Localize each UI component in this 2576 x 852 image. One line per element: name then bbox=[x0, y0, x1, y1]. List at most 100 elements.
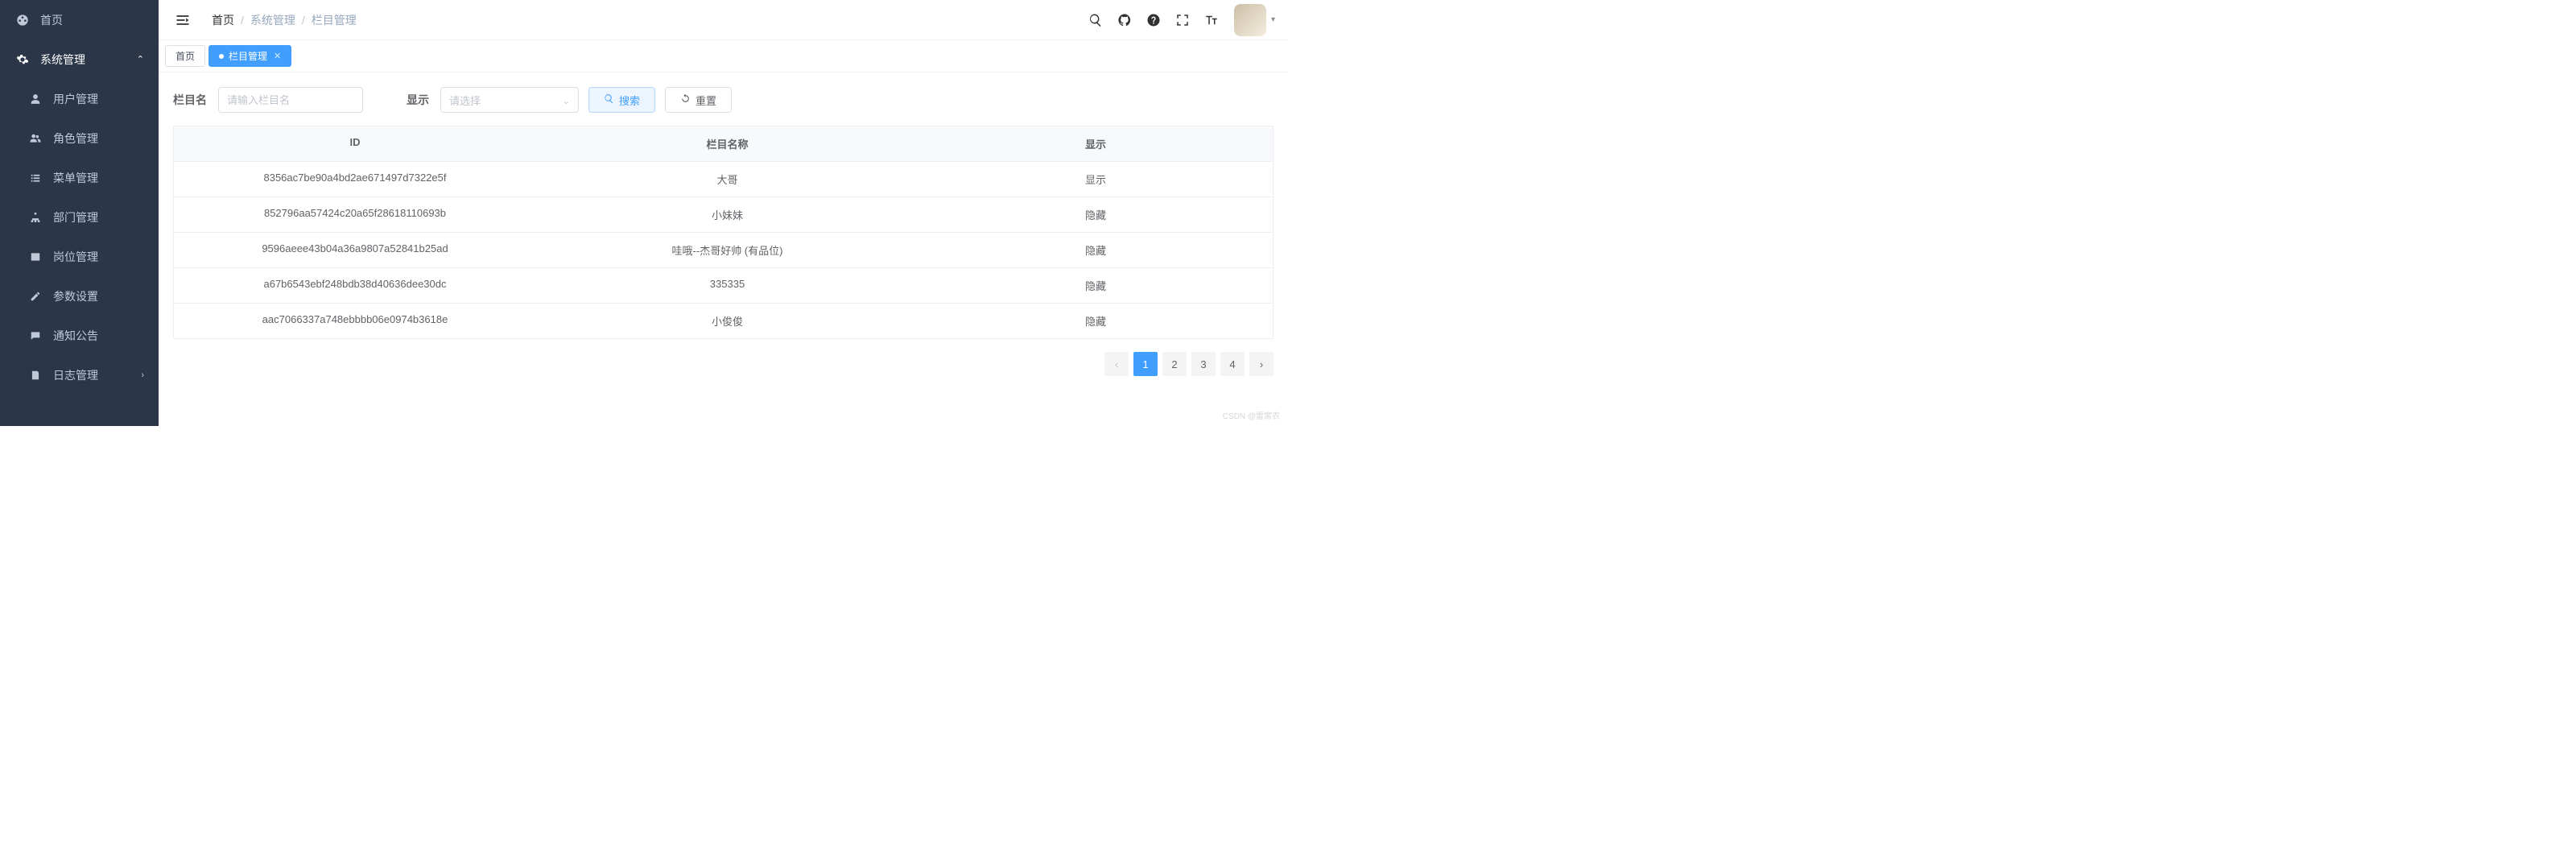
sidebar-item-user[interactable]: 用户管理 bbox=[0, 79, 159, 118]
page-3[interactable]: 3 bbox=[1191, 352, 1216, 376]
toolbar: 栏目名 显示 请选择 ⌄ 搜索 重置 bbox=[159, 72, 1288, 121]
search-button[interactable]: 搜索 bbox=[588, 87, 655, 113]
sidebar-group-system[interactable]: 系统管理 ⌃ bbox=[0, 39, 159, 79]
cell-id: 852796aa57424c20a65f28618110693b bbox=[174, 197, 536, 232]
show-select[interactable]: 请选择 ⌄ bbox=[440, 87, 579, 113]
pagination: ‹ 1 2 3 4 › bbox=[159, 339, 1288, 389]
sidebar-item-label: 日志管理 bbox=[53, 367, 98, 383]
id-icon bbox=[29, 250, 42, 263]
header: 首页 / 系统管理 / 栏目管理 ▾ bbox=[159, 0, 1288, 40]
cell-name: 大哥 bbox=[536, 162, 919, 196]
cell-id: aac7066337a748ebbbb06e0974b3618e bbox=[174, 304, 536, 338]
search-icon bbox=[604, 93, 614, 106]
table-row[interactable]: a67b6543ebf248bdb38d40636dee30dc 335335 … bbox=[174, 268, 1273, 304]
name-input[interactable] bbox=[218, 87, 363, 113]
cell-show: 显示 bbox=[919, 162, 1273, 196]
log-icon bbox=[29, 369, 42, 382]
edit-icon bbox=[29, 290, 42, 303]
sidebar-item-log[interactable]: 日志管理 › bbox=[0, 355, 159, 395]
cell-id: 9596aeee43b04a36a9807a52841b25ad bbox=[174, 233, 536, 267]
page-4[interactable]: 4 bbox=[1220, 352, 1245, 376]
table-header: ID 栏目名称 显示 bbox=[174, 126, 1273, 162]
tab-home[interactable]: 首页 bbox=[165, 45, 205, 67]
breadcrumb-sys[interactable]: 系统管理 bbox=[250, 12, 295, 28]
chevron-up-icon: ⌃ bbox=[137, 54, 144, 64]
cell-name: 哇哦--杰哥好帅 (有品位) bbox=[536, 233, 919, 267]
user-icon bbox=[29, 93, 42, 105]
search-button-label: 搜索 bbox=[619, 93, 640, 108]
tab-label: 首页 bbox=[175, 49, 195, 63]
watermark: CSDN @雷寓农 bbox=[1223, 409, 1280, 421]
page-next[interactable]: › bbox=[1249, 352, 1274, 376]
tabs: 首页 栏目管理 ✕ bbox=[159, 40, 1288, 72]
th-name: 栏目名称 bbox=[536, 126, 919, 161]
sidebar: 首页 系统管理 ⌃ 用户管理 角色管理 菜单管理 部门管理 岗位管理 bbox=[0, 0, 159, 426]
cell-show: 隐藏 bbox=[919, 268, 1273, 303]
breadcrumb: 首页 / 系统管理 / 栏目管理 bbox=[212, 12, 357, 28]
list-icon bbox=[29, 172, 42, 184]
table: ID 栏目名称 显示 8356ac7be90a4bd2ae671497d7322… bbox=[173, 126, 1274, 339]
sidebar-item-label: 通知公告 bbox=[53, 328, 98, 344]
table-row[interactable]: 8356ac7be90a4bd2ae671497d7322e5f 大哥 显示 bbox=[174, 162, 1273, 197]
avatar[interactable] bbox=[1234, 4, 1266, 36]
message-icon bbox=[29, 329, 42, 342]
fullscreen-icon[interactable] bbox=[1174, 12, 1191, 28]
sidebar-item-label: 菜单管理 bbox=[53, 170, 98, 186]
cell-name: 小俊俊 bbox=[536, 304, 919, 338]
collapse-menu-icon[interactable] bbox=[175, 12, 191, 28]
sidebar-item-label: 用户管理 bbox=[53, 91, 98, 107]
th-id: ID bbox=[174, 126, 536, 161]
name-label: 栏目名 bbox=[173, 92, 207, 108]
sidebar-item-label: 参数设置 bbox=[53, 288, 98, 304]
reset-button-label: 重置 bbox=[696, 93, 716, 108]
tab-active[interactable]: 栏目管理 ✕ bbox=[208, 45, 291, 67]
breadcrumb-home[interactable]: 首页 bbox=[212, 12, 234, 28]
sitemap-icon bbox=[29, 211, 42, 224]
sidebar-item-menu[interactable]: 菜单管理 bbox=[0, 158, 159, 197]
cell-show: 隐藏 bbox=[919, 197, 1273, 232]
sidebar-item-label: 部门管理 bbox=[53, 209, 98, 225]
refresh-icon bbox=[680, 93, 691, 106]
main: 首页 / 系统管理 / 栏目管理 ▾ 首页 栏目管理 ✕ bbox=[159, 0, 1288, 426]
select-placeholder: 请选择 bbox=[449, 93, 481, 108]
reset-button[interactable]: 重置 bbox=[665, 87, 732, 113]
cell-id: 8356ac7be90a4bd2ae671497d7322e5f bbox=[174, 162, 536, 196]
sidebar-item-label: 岗位管理 bbox=[53, 249, 98, 265]
tab-label: 栏目管理 bbox=[229, 49, 267, 63]
caret-down-icon[interactable]: ▾ bbox=[1271, 15, 1275, 24]
cell-name: 335335 bbox=[536, 268, 919, 303]
sidebar-item-label: 角色管理 bbox=[53, 130, 98, 147]
page-prev[interactable]: ‹ bbox=[1104, 352, 1129, 376]
sidebar-item-role[interactable]: 角色管理 bbox=[0, 118, 159, 158]
sidebar-item-post[interactable]: 岗位管理 bbox=[0, 237, 159, 276]
users-icon bbox=[29, 132, 42, 145]
page-1[interactable]: 1 bbox=[1133, 352, 1158, 376]
table-row[interactable]: aac7066337a748ebbbb06e0974b3618e 小俊俊 隐藏 bbox=[174, 304, 1273, 338]
active-dot-icon bbox=[219, 54, 224, 59]
sidebar-item-dept[interactable]: 部门管理 bbox=[0, 197, 159, 237]
cell-name: 小妹妹 bbox=[536, 197, 919, 232]
gear-icon bbox=[16, 53, 29, 66]
th-show: 显示 bbox=[919, 126, 1273, 161]
show-label: 显示 bbox=[407, 92, 429, 108]
chevron-right-icon: › bbox=[141, 370, 144, 380]
table-row[interactable]: 852796aa57424c20a65f28618110693b 小妹妹 隐藏 bbox=[174, 197, 1273, 233]
font-size-icon[interactable] bbox=[1203, 12, 1220, 28]
sidebar-home[interactable]: 首页 bbox=[0, 0, 159, 39]
search-icon[interactable] bbox=[1088, 12, 1104, 28]
sidebar-item-config[interactable]: 参数设置 bbox=[0, 276, 159, 316]
breadcrumb-sep: / bbox=[241, 14, 244, 27]
help-icon[interactable] bbox=[1146, 12, 1162, 28]
close-icon[interactable]: ✕ bbox=[274, 51, 281, 61]
sidebar-item-notice[interactable]: 通知公告 bbox=[0, 316, 159, 355]
page-2[interactable]: 2 bbox=[1162, 352, 1187, 376]
chevron-down-icon: ⌄ bbox=[563, 96, 570, 106]
cell-id: a67b6543ebf248bdb38d40636dee30dc bbox=[174, 268, 536, 303]
breadcrumb-page: 栏目管理 bbox=[312, 12, 357, 28]
table-row[interactable]: 9596aeee43b04a36a9807a52841b25ad 哇哦--杰哥好… bbox=[174, 233, 1273, 268]
github-icon[interactable] bbox=[1117, 12, 1133, 28]
cell-show: 隐藏 bbox=[919, 233, 1273, 267]
sidebar-home-label: 首页 bbox=[40, 12, 63, 28]
cell-show: 隐藏 bbox=[919, 304, 1273, 338]
dashboard-icon bbox=[16, 14, 29, 27]
